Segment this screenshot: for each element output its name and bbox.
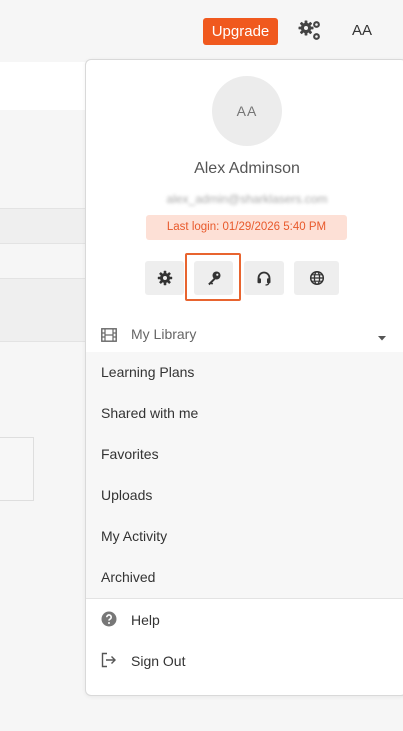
- language-button[interactable]: [294, 261, 339, 295]
- gear-icon: [157, 270, 173, 286]
- library-menu: Learning Plans Shared with me Favorites …: [86, 352, 403, 598]
- selected-action-highlight: [185, 253, 241, 301]
- user-name: Alex Adminson: [194, 160, 300, 177]
- film-icon: [101, 328, 117, 347]
- caret-down-icon: [377, 329, 387, 347]
- sign-out-link[interactable]: Sign Out: [86, 641, 403, 682]
- help-icon: [101, 611, 117, 632]
- profile-dropdown: AA Alex Adminson alex_admin@sharklasers.…: [85, 59, 403, 696]
- help-link[interactable]: Help: [86, 600, 403, 641]
- top-bar: Upgrade AA: [0, 0, 403, 62]
- sign-out-icon: [101, 652, 117, 673]
- background-row: [0, 208, 90, 244]
- menu-item-label: Favorites: [101, 446, 159, 462]
- avatar: AA: [212, 76, 282, 146]
- menu-item-label: Uploads: [101, 487, 153, 503]
- background-search-strip: [0, 62, 90, 110]
- menu-item-label: Learning Plans: [101, 364, 195, 380]
- menu-item-shared-with-me[interactable]: Shared with me: [86, 393, 403, 434]
- sign-out-label: Sign Out: [131, 653, 186, 669]
- background-row: [0, 278, 90, 342]
- background-card: [0, 437, 34, 501]
- upgrade-button[interactable]: Upgrade: [203, 18, 278, 45]
- last-login-badge: Last login: 01/29/2026 5:40 PM: [146, 215, 347, 240]
- my-library-toggle[interactable]: My Library: [86, 317, 403, 353]
- help-label: Help: [131, 612, 160, 628]
- menu-item-label: Archived: [101, 569, 156, 585]
- menu-item-uploads[interactable]: Uploads: [86, 475, 403, 516]
- menu-item-my-activity[interactable]: My Activity: [86, 516, 403, 557]
- globe-icon: [309, 270, 325, 286]
- support-button[interactable]: [244, 261, 284, 295]
- my-library-label: My Library: [131, 326, 197, 342]
- menu-item-favorites[interactable]: Favorites: [86, 434, 403, 475]
- settings-gears-icon[interactable]: [297, 19, 323, 43]
- menu-item-label: My Activity: [101, 528, 168, 544]
- header-avatar[interactable]: AA: [347, 21, 377, 41]
- settings-button[interactable]: [145, 261, 184, 295]
- menu-item-learning-plans[interactable]: Learning Plans: [86, 352, 403, 393]
- user-email: alex_admin@sharklasers.com: [166, 192, 328, 206]
- headset-icon: [256, 270, 272, 286]
- menu-item-label: Shared with me: [101, 405, 199, 421]
- menu-divider: [86, 598, 403, 599]
- menu-item-archived[interactable]: Archived: [86, 557, 403, 598]
